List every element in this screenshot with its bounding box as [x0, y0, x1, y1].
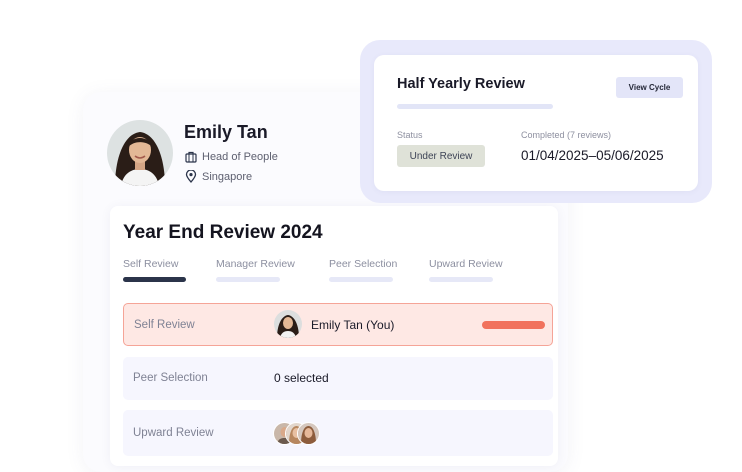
- profile-name: Emily Tan: [184, 122, 268, 142]
- profile-role: Head of People: [202, 151, 278, 163]
- profile-location: Singapore: [202, 170, 253, 183]
- row-label: Self Review: [134, 319, 195, 331]
- cycle-title: Half Yearly Review: [397, 76, 525, 92]
- self-review-row[interactable]: Self Review Emily Tan (You): [123, 303, 553, 346]
- step-self-review-bar: [123, 277, 186, 282]
- step-peer-selection-bar: [329, 277, 393, 282]
- profile-role-row: Head of People: [185, 151, 278, 163]
- step-upward-review[interactable]: Upward Review: [429, 258, 503, 270]
- self-review-progress: [482, 321, 545, 329]
- status-label: Status: [397, 130, 423, 140]
- peer-selection-row[interactable]: Peer Selection 0 selected: [123, 357, 553, 400]
- review-title: Year End Review 2024: [123, 222, 323, 243]
- completed-label: Completed (7 reviews): [521, 130, 612, 140]
- location-pin-icon: [185, 170, 197, 183]
- avatar: [107, 120, 173, 186]
- self-reviewer-name: Emily Tan (You): [311, 318, 395, 332]
- row-label: Peer Selection: [133, 372, 208, 384]
- step-self-review[interactable]: Self Review: [123, 258, 178, 270]
- view-cycle-button[interactable]: View Cycle: [616, 77, 683, 98]
- step-manager-review[interactable]: Manager Review: [216, 258, 295, 270]
- row-label: Upward Review: [133, 427, 214, 439]
- cycle-dates: 01/04/2025–05/06/2025: [521, 148, 664, 163]
- step-peer-selection[interactable]: Peer Selection: [329, 258, 397, 270]
- step-upward-review-bar: [429, 277, 493, 282]
- briefcase-icon: [185, 151, 197, 163]
- upward-review-row[interactable]: Upward Review: [123, 410, 553, 456]
- avatar: [274, 310, 302, 338]
- status-badge: Under Review: [397, 145, 485, 167]
- peer-selected-count: 0 selected: [274, 371, 329, 385]
- step-manager-review-bar: [216, 277, 280, 282]
- cycle-progress-bar: [397, 104, 553, 109]
- avatar: [297, 422, 320, 445]
- profile-location-row: Singapore: [185, 170, 252, 183]
